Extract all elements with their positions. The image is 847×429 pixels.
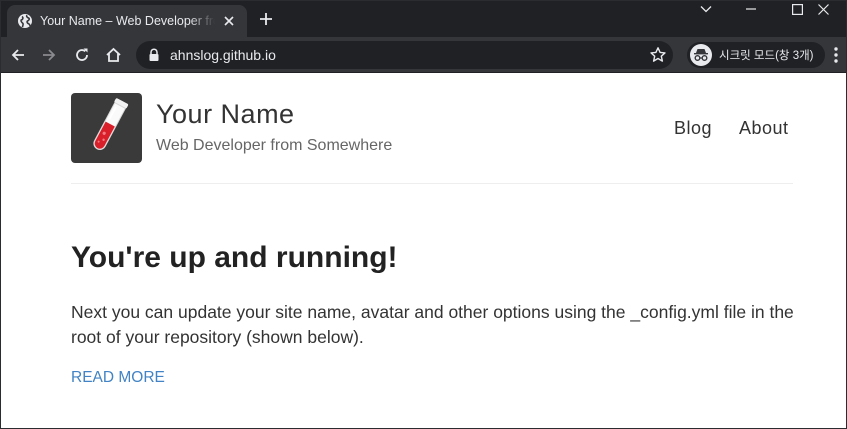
site-title[interactable]: Your Name [156,99,295,130]
new-tab-icon[interactable] [257,10,275,28]
incognito-label: 시크릿 모드(창 3개) [719,50,814,62]
home-icon[interactable] [103,45,123,65]
close-tab-icon[interactable] [221,13,237,29]
nav-link-blog[interactable]: Blog [674,118,712,139]
nav-link-about[interactable]: About [739,118,789,139]
lock-icon[interactable] [148,48,160,62]
address-bar[interactable]: ahnslog.github.io [136,41,673,69]
minimize-icon[interactable] [728,1,774,17]
browser-window: Your Name – Web Developer from Somewhere [0,0,847,429]
active-tab[interactable]: Your Name – Web Developer from Somewhere [7,5,247,37]
back-icon[interactable] [8,45,28,65]
page-content: Your Name Web Developer from Somewhere B… [1,73,846,428]
tab-strip: Your Name – Web Developer from Somewhere [1,1,846,37]
site-description: Web Developer from Somewhere [156,137,393,154]
globe-icon [18,14,32,28]
close-window-icon[interactable] [800,1,846,17]
tab-title: Your Name – Web Developer from Somewhere [40,14,215,28]
browser-toolbar: ahnslog.github.io 시크릿 모드(창 3개) [1,37,846,73]
forward-icon[interactable] [39,45,59,65]
reload-icon[interactable] [72,45,92,65]
more-menu-icon[interactable] [831,46,841,64]
post-excerpt: Next you can update your site name, avat… [71,302,794,347]
post-title[interactable]: You're up and running! [71,241,398,275]
bookmark-star-icon[interactable] [649,46,667,64]
tab-search-icon[interactable] [683,1,729,17]
incognito-icon [690,44,712,66]
header-divider [71,183,793,184]
test-tube-icon [93,98,129,150]
url-text[interactable]: ahnslog.github.io [170,47,649,63]
incognito-badge[interactable]: 시크릿 모드(창 3개) [687,42,825,68]
site-avatar[interactable] [71,93,142,163]
read-more-link[interactable]: READ MORE [71,369,165,387]
